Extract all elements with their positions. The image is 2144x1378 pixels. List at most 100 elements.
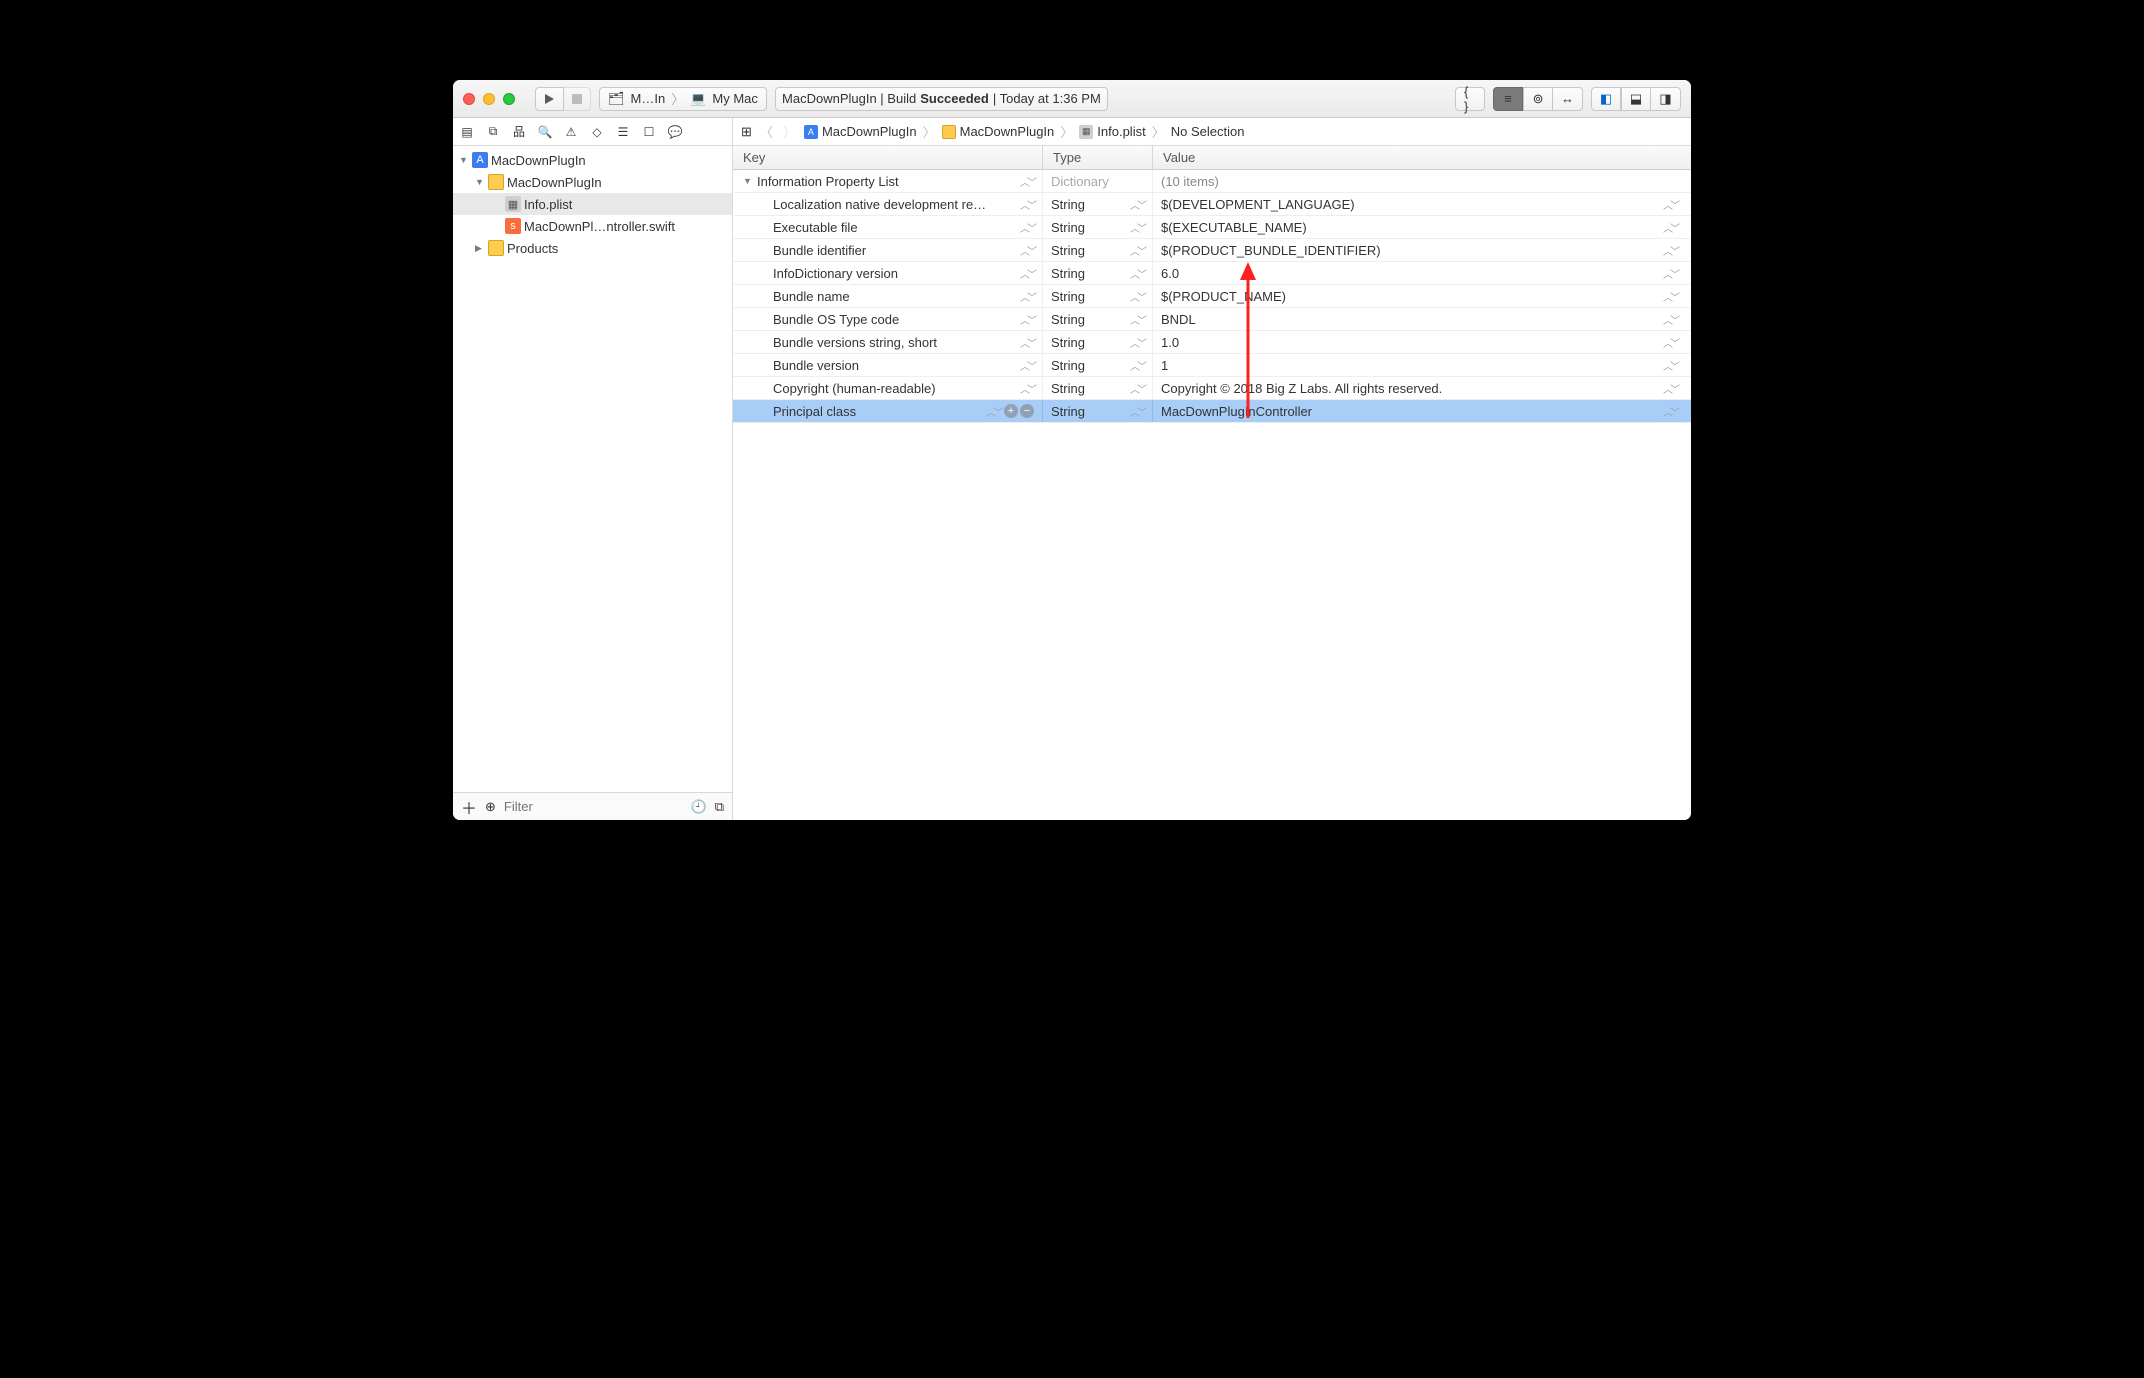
stop-button[interactable] — [564, 87, 591, 111]
stepper-icon[interactable]: ︿﹀ — [1020, 381, 1034, 396]
plist-row[interactable]: Principal class︿﹀+−String︿﹀MacDownPlugIn… — [733, 400, 1691, 423]
stepper-icon[interactable]: ︿﹀ — [1130, 312, 1144, 327]
recent-icon[interactable]: 🕘 — [691, 799, 707, 815]
stepper-icon[interactable]: ︿﹀ — [1020, 358, 1034, 373]
plist-value[interactable]: $(EXECUTABLE_NAME) — [1161, 220, 1659, 235]
plist-value[interactable]: (10 items) — [1161, 174, 1683, 189]
plist-value[interactable]: 1 — [1161, 358, 1659, 373]
plist-value[interactable]: MacDownPlugInController — [1161, 404, 1659, 419]
disclosure-icon[interactable]: ▼ — [743, 176, 753, 186]
plist-row[interactable]: Copyright (human-readable)︿﹀String︿﹀Copy… — [733, 377, 1691, 400]
column-key[interactable]: Key — [733, 146, 1043, 169]
tree-products[interactable]: ▶ Products — [453, 237, 732, 259]
plist-value[interactable]: $(PRODUCT_NAME) — [1161, 289, 1659, 304]
plist-value[interactable]: $(DEVELOPMENT_LANGUAGE) — [1161, 197, 1659, 212]
stepper-icon[interactable]: ︿﹀ — [1130, 266, 1144, 281]
standard-editor-button[interactable]: ≡ — [1493, 87, 1523, 111]
assistant-editor-button[interactable]: ⊚ — [1523, 87, 1553, 111]
stepper-icon[interactable]: ︿﹀ — [1663, 312, 1677, 327]
debug-tab[interactable]: ☰ — [615, 125, 631, 139]
remove-row-button[interactable]: − — [1020, 404, 1034, 418]
plist-row[interactable]: Bundle version︿﹀String︿﹀1︿﹀ — [733, 354, 1691, 377]
stepper-icon[interactable]: ︿﹀ — [1663, 289, 1677, 304]
stepper-icon[interactable]: ︿﹀ — [1020, 266, 1034, 281]
stepper-icon[interactable]: ︿﹀ — [1020, 174, 1034, 189]
column-type[interactable]: Type — [1043, 146, 1153, 169]
stepper-icon[interactable]: ︿﹀ — [1130, 243, 1144, 258]
stepper-icon[interactable]: ︿﹀ — [1130, 197, 1144, 212]
stepper-icon[interactable]: ︿﹀ — [1663, 266, 1677, 281]
filter-input[interactable] — [504, 799, 683, 814]
stepper-icon[interactable]: ︿﹀ — [986, 404, 1000, 419]
toggle-inspector-button[interactable]: ◨ — [1651, 87, 1681, 111]
stepper-icon[interactable]: ︿﹀ — [1020, 220, 1034, 235]
find-tab[interactable]: 🔍 — [537, 125, 553, 139]
stepper-icon[interactable]: ︿﹀ — [1130, 381, 1144, 396]
toggle-debug-button[interactable]: ⬓ — [1621, 87, 1651, 111]
zoom-button[interactable] — [503, 93, 515, 105]
tree-group[interactable]: ▼ MacDownPlugIn — [453, 171, 732, 193]
plist-value[interactable]: $(PRODUCT_BUNDLE_IDENTIFIER) — [1161, 243, 1659, 258]
tree-file-swift[interactable]: s MacDownPl…ntroller.swift — [453, 215, 732, 237]
plist-value[interactable]: 1.0 — [1161, 335, 1659, 350]
stepper-icon[interactable]: ︿﹀ — [1130, 289, 1144, 304]
stepper-icon[interactable]: ︿﹀ — [1130, 220, 1144, 235]
stepper-icon[interactable]: ︿﹀ — [1663, 335, 1677, 350]
stepper-icon[interactable]: ︿﹀ — [1663, 358, 1677, 373]
tree-file-plist[interactable]: ▦ Info.plist — [453, 193, 732, 215]
plist-row[interactable]: Localization native development re…︿﹀Str… — [733, 193, 1691, 216]
version-editor-button[interactable]: ↔ — [1553, 87, 1583, 111]
run-button[interactable] — [535, 87, 564, 111]
add-button[interactable]: ＋ — [461, 795, 477, 819]
column-value[interactable]: Value — [1153, 146, 1691, 169]
disclosure-icon[interactable]: ▼ — [475, 177, 485, 187]
stepper-icon[interactable]: ︿﹀ — [1663, 381, 1677, 396]
plist-row[interactable]: Bundle OS Type code︿﹀String︿﹀BNDL︿﹀ — [733, 308, 1691, 331]
source-control-tab[interactable]: ⧉ — [485, 124, 501, 139]
close-button[interactable] — [463, 93, 475, 105]
tree-project[interactable]: ▼ A MacDownPlugIn — [453, 149, 732, 171]
code-snippet-button[interactable]: { } — [1455, 87, 1485, 111]
plist-value[interactable]: BNDL — [1161, 312, 1659, 327]
stepper-icon[interactable]: ︿﹀ — [1130, 335, 1144, 350]
project-navigator-tab[interactable]: ▤ — [459, 125, 475, 139]
stepper-icon[interactable]: ︿﹀ — [1020, 243, 1034, 258]
back-button[interactable]: 〈 — [758, 122, 775, 141]
plist-row[interactable]: Bundle name︿﹀String︿﹀$(PRODUCT_NAME)︿﹀ — [733, 285, 1691, 308]
scm-filter-icon[interactable]: ⧉ — [715, 799, 724, 815]
jump-segment[interactable]: No Selection — [1171, 124, 1245, 139]
stepper-icon[interactable]: ︿﹀ — [1663, 404, 1677, 419]
stepper-icon[interactable]: ︿﹀ — [1663, 197, 1677, 212]
add-row-button[interactable]: + — [1004, 404, 1018, 418]
stepper-icon[interactable]: ︿﹀ — [1663, 220, 1677, 235]
activity-view[interactable]: MacDownPlugIn | Build Succeeded | Today … — [775, 87, 1108, 111]
plist-row[interactable]: InfoDictionary version︿﹀String︿﹀6.0︿﹀ — [733, 262, 1691, 285]
issue-tab[interactable]: ⚠ — [563, 125, 579, 139]
report-tab[interactable]: 💬 — [667, 125, 683, 139]
stepper-icon[interactable]: ︿﹀ — [1020, 312, 1034, 327]
forward-button[interactable]: 〉 — [781, 122, 798, 141]
jump-segment[interactable]: ▦Info.plist — [1079, 124, 1145, 139]
jump-segment[interactable]: MacDownPlugIn — [942, 124, 1055, 139]
toggle-navigator-button[interactable]: ◧ — [1591, 87, 1621, 111]
stepper-icon[interactable]: ︿﹀ — [1020, 289, 1034, 304]
symbol-tab[interactable]: 品 — [511, 123, 527, 140]
jump-segment[interactable]: AMacDownPlugIn — [804, 124, 917, 139]
plist-value[interactable]: Copyright © 2018 Big Z Labs. All rights … — [1161, 381, 1659, 396]
scheme-selector[interactable]: 🗂 M…In 〉 💻 My Mac — [599, 87, 767, 111]
stepper-icon[interactable]: ︿﹀ — [1020, 197, 1034, 212]
test-tab[interactable]: ◇ — [589, 125, 605, 139]
plist-value[interactable]: 6.0 — [1161, 266, 1659, 281]
disclosure-icon[interactable]: ▼ — [459, 155, 469, 165]
plist-row[interactable]: Bundle identifier︿﹀String︿﹀$(PRODUCT_BUN… — [733, 239, 1691, 262]
stepper-icon[interactable]: ︿﹀ — [1130, 404, 1144, 419]
minimize-button[interactable] — [483, 93, 495, 105]
plist-row[interactable]: ▼Information Property List︿﹀Dictionary(1… — [733, 170, 1691, 193]
plist-row[interactable]: Bundle versions string, short︿﹀String︿﹀1… — [733, 331, 1691, 354]
stepper-icon[interactable]: ︿﹀ — [1020, 335, 1034, 350]
plist-row[interactable]: Executable file︿﹀String︿﹀$(EXECUTABLE_NA… — [733, 216, 1691, 239]
related-items-icon[interactable]: ⊞ — [741, 124, 752, 140]
stepper-icon[interactable]: ︿﹀ — [1663, 243, 1677, 258]
disclosure-icon[interactable]: ▶ — [475, 243, 485, 254]
stepper-icon[interactable]: ︿﹀ — [1130, 358, 1144, 373]
